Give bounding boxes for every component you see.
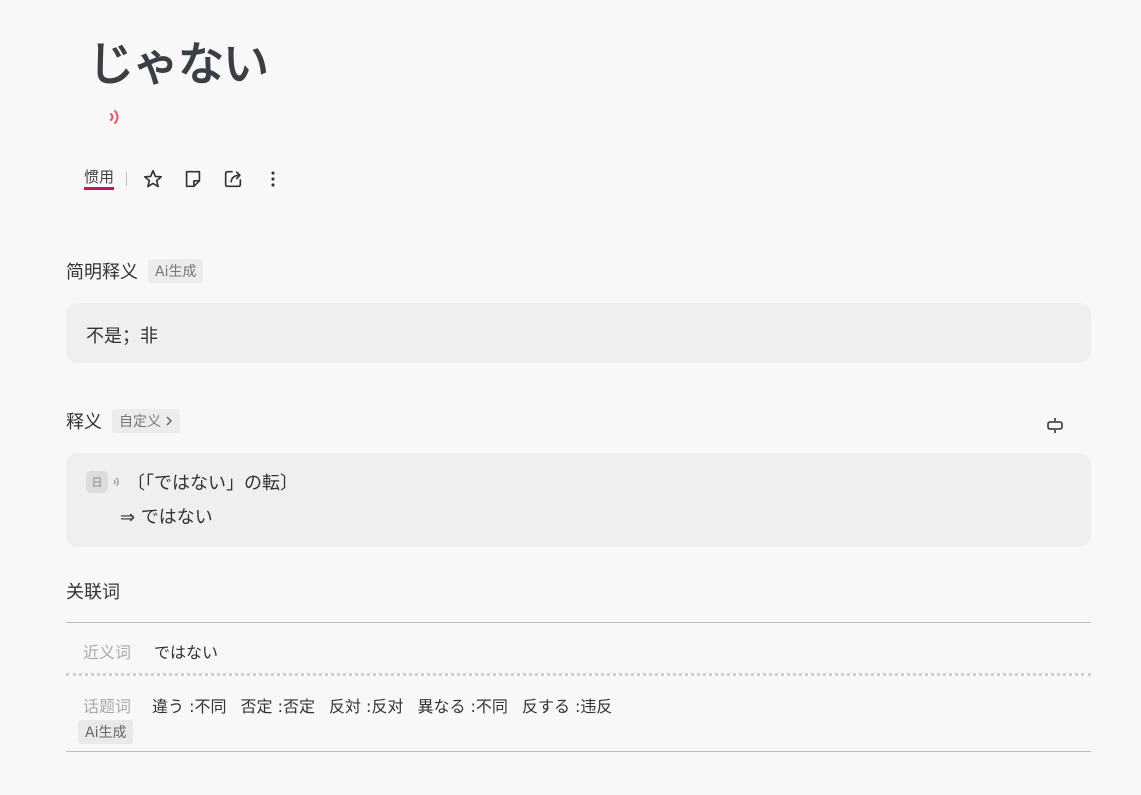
- star-icon[interactable]: [141, 167, 165, 191]
- collapse-icon[interactable]: [1045, 415, 1065, 437]
- topic-word[interactable]: 異なる :不同: [417, 693, 507, 717]
- pronunciation-sound-icon[interactable]: [106, 106, 126, 128]
- definition-card: 日 〔「ではない」の転〕 ⇒ ではない: [66, 453, 1091, 547]
- definition-origin-text: 〔「ではない」の転〕: [127, 473, 298, 494]
- related-bottom-divider: [66, 751, 1091, 752]
- headword: じゃない: [88, 37, 269, 91]
- related-section-title: 关联词: [66, 578, 120, 604]
- ai-generated-chip: Ai生成: [148, 259, 204, 283]
- custom-chip-label: 自定义: [119, 414, 161, 430]
- custom-definition-chip[interactable]: 自定义: [112, 409, 180, 433]
- definition-sound-icon[interactable]: [111, 475, 121, 489]
- topic-word[interactable]: 否定 :否定: [240, 693, 314, 717]
- related-title: 关联词: [66, 582, 120, 603]
- related-top-divider: [66, 622, 1091, 623]
- topic-word-list: 違う :不同 否定 :否定 反対 :反对 異なる :不同 反する :违反: [152, 693, 626, 717]
- japanese-badge: 日: [86, 471, 108, 493]
- word-toolbar: 惯用: [84, 164, 301, 194]
- related-dotted-divider: [66, 673, 1091, 676]
- brief-definition-text: 不是；非: [86, 326, 158, 347]
- synonym-link[interactable]: ではない: [154, 639, 218, 663]
- synonym-label: 近义词: [83, 643, 132, 662]
- chevron-right-icon: [166, 416, 173, 426]
- note-icon[interactable]: [181, 167, 205, 191]
- brief-definition-card: 不是；非: [66, 303, 1091, 363]
- brief-section-title: 简明释义 Ai生成: [66, 258, 204, 284]
- definition-line-1: 日 〔「ではない」の転〕: [86, 469, 298, 495]
- topic-label: 话题词: [83, 697, 132, 716]
- topic-ai-chip: Ai生成: [78, 720, 134, 744]
- toolbar-divider: [126, 172, 128, 186]
- definition-line-2: ⇒ ではない: [120, 507, 213, 528]
- definition-section-title: 释义 自定义: [66, 408, 180, 434]
- more-icon[interactable]: [261, 167, 285, 191]
- topic-word[interactable]: 反対 :反对: [329, 693, 403, 717]
- brief-title: 简明释义: [66, 262, 138, 283]
- definition-title: 释义: [66, 412, 102, 433]
- topic-word[interactable]: 反する :违反: [522, 693, 612, 717]
- usage-tag[interactable]: 惯用: [84, 168, 115, 190]
- topic-word[interactable]: 違う :不同: [152, 693, 226, 717]
- share-icon[interactable]: [221, 167, 245, 191]
